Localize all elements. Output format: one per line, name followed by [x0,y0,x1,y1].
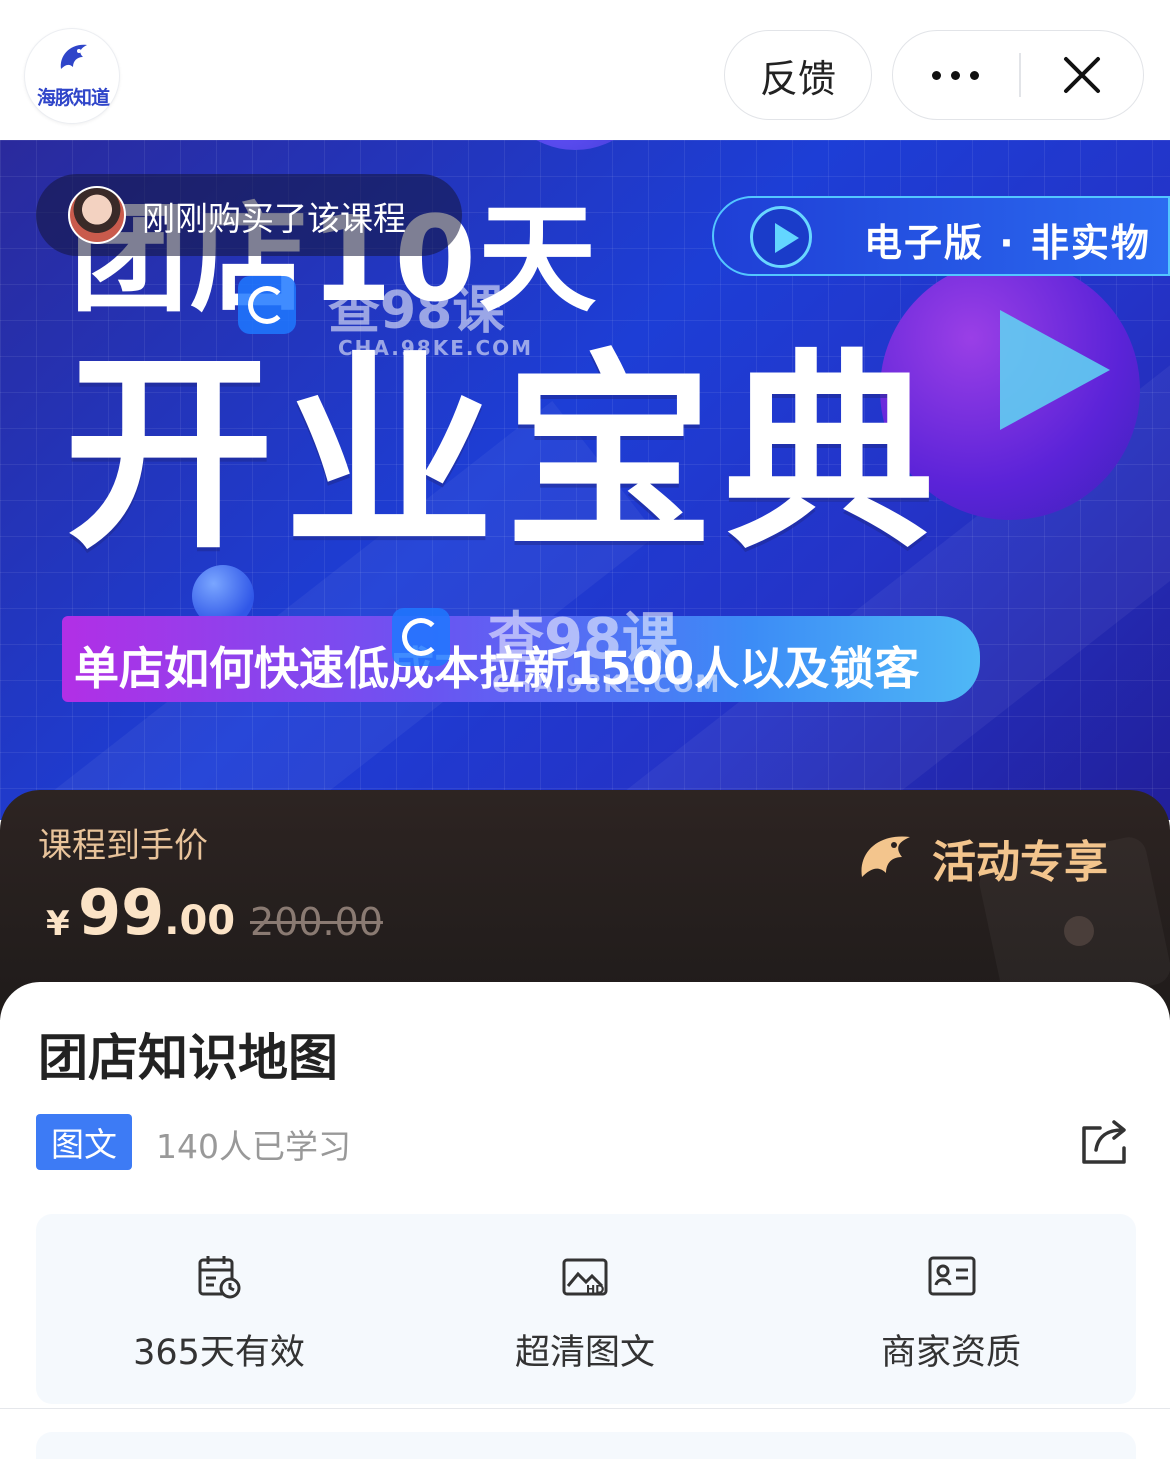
learner-count: 140人已学习 [156,1127,351,1166]
mini-program-header: 海豚知道 反馈 [0,0,1170,140]
share-icon[interactable] [1078,1118,1130,1170]
watermark-url: CHA.98KE.COM [492,670,722,698]
calendar-clock-icon [198,1256,241,1299]
dolphin-icon [60,44,87,69]
section-divider [0,1408,1170,1409]
logo-text: 海豚知道 [36,87,110,109]
watermark-text: 查98课 [488,607,678,672]
dolphin-icon [861,836,910,877]
banner-title-text: 开业宝典 [64,332,945,577]
promo-badge: 活动专享 [856,828,1108,888]
play-triangle-decor [1000,310,1110,430]
price-label: 课程到手价 [38,826,208,866]
capsule-menu [892,30,1144,120]
watermark-url: CHA.98KE.COM [338,336,534,360]
hd-image-icon: HD [562,1258,608,1296]
course-type-tag: 图文 [36,1114,132,1170]
purchase-notice-toast: 刚刚购买了该课程 [36,174,462,256]
current-price: 99.00 [78,876,235,949]
banner-title-big: 开业宝典 [64,350,944,560]
feature-label: 商家资质 [880,1333,1021,1373]
id-card-icon [928,1256,976,1296]
brand-logo[interactable]: 海豚知道 [24,28,120,124]
feature-label: 365天有效 [133,1333,305,1373]
edition-label: 电子版 · 非实物 [864,221,1151,265]
feature-item-hd[interactable]: HD 超清图文 [402,1214,768,1404]
more-dots-icon[interactable] [893,31,1017,119]
price-decimal: .00 [164,898,236,944]
price-integer: 99 [78,876,165,949]
watermark-logo-icon [392,608,450,666]
feature-item-validity[interactable]: 365天有效 [36,1214,402,1404]
play-icon [750,206,812,268]
course-title: 团店知识地图 [38,1029,338,1087]
purchase-notice-text: 刚刚购买了该课程 [142,199,406,238]
next-section-card [36,1432,1136,1459]
original-price: 200.00 [250,900,383,944]
course-banner: 团店10天 开业宝典 单店如何快速低成本拉新1500人以及锁客 查98课 CHA… [0,140,1170,820]
watermark-logo-icon [238,276,296,334]
feature-panel: 365天有效 HD 超清图文 商家资质 [36,1214,1136,1404]
edition-tag: 电子版 · 非实物 [712,196,1170,276]
avatar [68,186,126,244]
watermark-text: 查98课 [328,281,505,341]
course-info-card: 团店知识地图 图文 140人已学习 365天有效 HD 超清图文 商家资质 [0,982,1170,1459]
feature-item-merchant[interactable]: 商家资质 [768,1214,1134,1404]
currency-symbol: ¥ [46,904,70,944]
svg-text:HD: HD [586,1283,604,1296]
close-icon[interactable] [1021,31,1143,119]
feature-label: 超清图文 [514,1333,655,1373]
feedback-button[interactable]: 反馈 [724,30,872,120]
promo-label: 活动专享 [932,837,1108,888]
